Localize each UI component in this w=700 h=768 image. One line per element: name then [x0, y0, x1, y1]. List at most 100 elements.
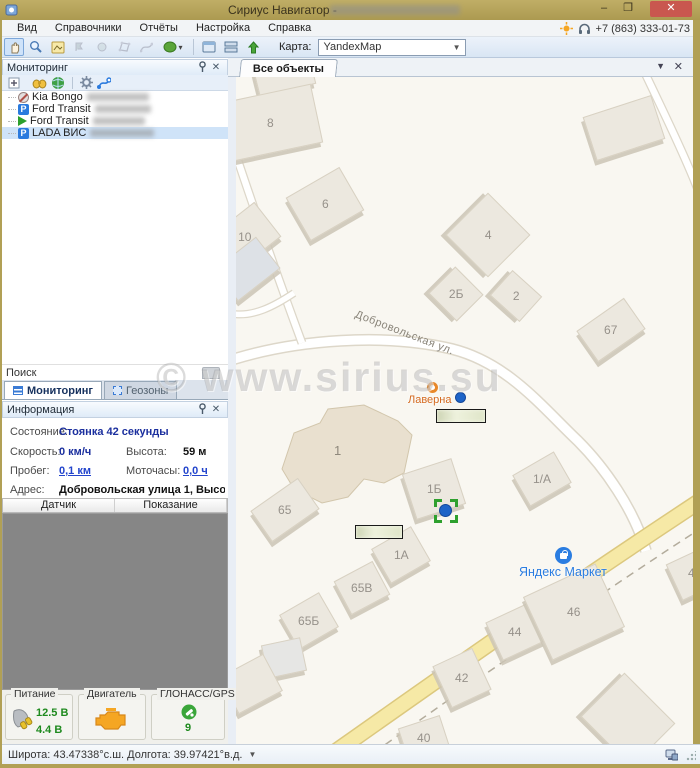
menu-spravka[interactable]: Справка	[259, 22, 320, 34]
map-notes-button[interactable]	[48, 38, 68, 56]
mileage-label: Пробег:	[10, 465, 50, 477]
engine-icon	[94, 706, 132, 732]
address-value: Добровольская улица 1, Высокое, ...	[59, 484, 225, 496]
gauges-area: Питание 12.5 В 4.4 В Двигатель ГЛОНАСС/G…	[2, 690, 228, 744]
zoom-tool-button[interactable]	[26, 38, 46, 56]
close-panel-icon[interactable]: ✕	[209, 61, 223, 74]
monitoring-toolbar	[2, 75, 228, 91]
binoculars-follow-icon[interactable]	[32, 77, 47, 89]
tab-geozones-label: Геозоны	[126, 385, 168, 397]
resize-grip[interactable]	[686, 751, 696, 761]
tab-geozones[interactable]: Геозоны	[104, 381, 177, 399]
vehicle-dot-blue[interactable]	[455, 392, 466, 403]
redacted-plate	[93, 117, 145, 125]
update-button[interactable]	[243, 38, 263, 56]
map-tab-close-icon[interactable]: ✕	[674, 60, 683, 73]
pin-icon[interactable]	[195, 403, 209, 416]
menu-bar: Вид Справочники Отчёты Настройка Справка…	[0, 20, 700, 37]
list-icon	[13, 386, 23, 395]
minimize-button[interactable]: –	[594, 1, 614, 17]
power-voltage-main: 12.5 В	[36, 707, 68, 719]
headphones-support-icon[interactable]	[578, 22, 591, 35]
alert-sun-icon[interactable]	[560, 22, 573, 35]
laverna-poi-icon[interactable]	[427, 382, 438, 393]
vehicle-row-ford-transit-2[interactable]: Ford Transit	[2, 115, 228, 127]
geozone-icon	[113, 386, 122, 395]
vehicle-row-ford-transit-1[interactable]: P Ford Transit	[2, 103, 228, 115]
combobox-caret-icon: ▼	[453, 43, 461, 52]
map-provider-combobox[interactable]: YandexMap ▼	[318, 39, 466, 56]
left-panel: Мониторинг ✕ Kia Bongo P Ford Transit	[2, 58, 228, 744]
close-panel-icon[interactable]: ✕	[209, 403, 223, 416]
vehicle-row-lada-vis-selected[interactable]: P LADA ВИС	[2, 127, 228, 139]
search-filter-button[interactable]	[202, 367, 220, 379]
redacted-plate	[90, 129, 154, 137]
panel-tabstrip: Мониторинг Геозоны	[2, 380, 228, 400]
vehicle-moving-icon	[18, 116, 27, 126]
window-border-bottom	[0, 764, 700, 768]
map-canvas[interactable]: 1 861042Б267651Б1/А1А65В65Б4446484240 До…	[236, 77, 693, 744]
show-map-window-button[interactable]	[199, 38, 219, 56]
power-plug-icon	[10, 707, 34, 733]
building: 2	[490, 270, 542, 322]
state-value: Стоянка 42 секунды	[59, 426, 169, 438]
engine-hours-value[interactable]: 0,0 ч	[183, 465, 208, 477]
application-window: Сириус Навигатор - – ❐ ✕ Вид Справочники…	[0, 0, 700, 768]
menu-nastroyka[interactable]: Настройка	[187, 22, 259, 34]
gps-groupbox: ГЛОНАСС/GPS 9	[151, 694, 225, 740]
selected-vehicle-plate-callout	[355, 525, 403, 539]
draw-polygon-button-disabled[interactable]	[114, 38, 134, 56]
toolbar-separator	[193, 39, 194, 55]
altitude-label: Высота:	[126, 446, 167, 458]
building: 1/А	[512, 451, 572, 506]
sensor-col-name[interactable]: Датчик	[3, 499, 115, 512]
window-title: Сириус Навигатор -	[228, 3, 337, 17]
map-provider-value: YandexMap	[324, 41, 382, 53]
pan-tool-button[interactable]	[4, 38, 24, 56]
redacted-plate	[87, 93, 149, 101]
mileage-value[interactable]: 0,1 км	[59, 465, 91, 477]
close-button[interactable]: ✕	[650, 1, 692, 17]
title-bar[interactable]: Сириус Навигатор - – ❐ ✕	[0, 0, 700, 20]
altitude-value: 59 м	[183, 446, 206, 458]
expand-tree-icon[interactable]	[8, 77, 20, 89]
add-point-button-disabled[interactable]	[70, 38, 90, 56]
building	[581, 673, 676, 744]
building	[236, 237, 281, 302]
split-view-button[interactable]	[221, 38, 241, 56]
vehicle-name: Kia Bongo	[32, 91, 83, 103]
add-circle-button-disabled[interactable]	[92, 38, 112, 56]
sensor-col-value[interactable]: Показание	[115, 499, 227, 512]
building: 4	[446, 193, 531, 278]
geozone-color-dropdown[interactable]: ▾	[158, 38, 188, 56]
statusbar-dropdown-icon[interactable]: ▼	[248, 750, 256, 759]
tab-list-dropdown-icon[interactable]: ▼	[656, 61, 665, 71]
laverna-poi-label[interactable]: Лаверна	[408, 394, 451, 406]
draw-polyline-button-disabled[interactable]	[136, 38, 156, 56]
tab-monitoring-label: Мониторинг	[27, 385, 93, 397]
vehicle-parked-icon: P	[18, 104, 29, 115]
tab-monitoring[interactable]: Мониторинг	[4, 381, 102, 399]
menu-spravochniki[interactable]: Справочники	[46, 22, 131, 34]
search-label: Поиск	[6, 367, 36, 379]
menu-otchety[interactable]: Отчёты	[131, 22, 187, 34]
vehicle-parked-icon: P	[18, 128, 29, 139]
power-voltage-backup: 4.4 В	[36, 724, 62, 736]
menu-vid[interactable]: Вид	[8, 22, 46, 34]
yandex-market-poi-label[interactable]: Яндекс Маркет	[519, 565, 607, 579]
selected-vehicle-dot[interactable]	[439, 504, 452, 517]
settings-gear-icon[interactable]	[80, 76, 93, 89]
connection-computer-icon	[665, 749, 678, 761]
vehicle-row-kia-bongo[interactable]: Kia Bongo	[2, 91, 228, 103]
map-tabbar: Все объекты ▼ ✕	[228, 58, 693, 77]
speed-label: Скорость:	[10, 446, 61, 458]
monitoring-panel-header: Мониторинг ✕	[2, 59, 228, 76]
vehicle-name: Ford Transit	[30, 115, 89, 127]
map-tab-all-objects[interactable]: Все объекты	[239, 59, 338, 77]
power-groupbox: Питание 12.5 В 4.4 В	[5, 694, 73, 740]
globe-show-all-icon[interactable]	[51, 76, 65, 90]
track-route-icon[interactable]	[97, 76, 111, 89]
maximize-button[interactable]: ❐	[618, 1, 638, 17]
yandex-market-poi-icon[interactable]	[555, 547, 572, 564]
pin-icon[interactable]	[195, 61, 209, 74]
